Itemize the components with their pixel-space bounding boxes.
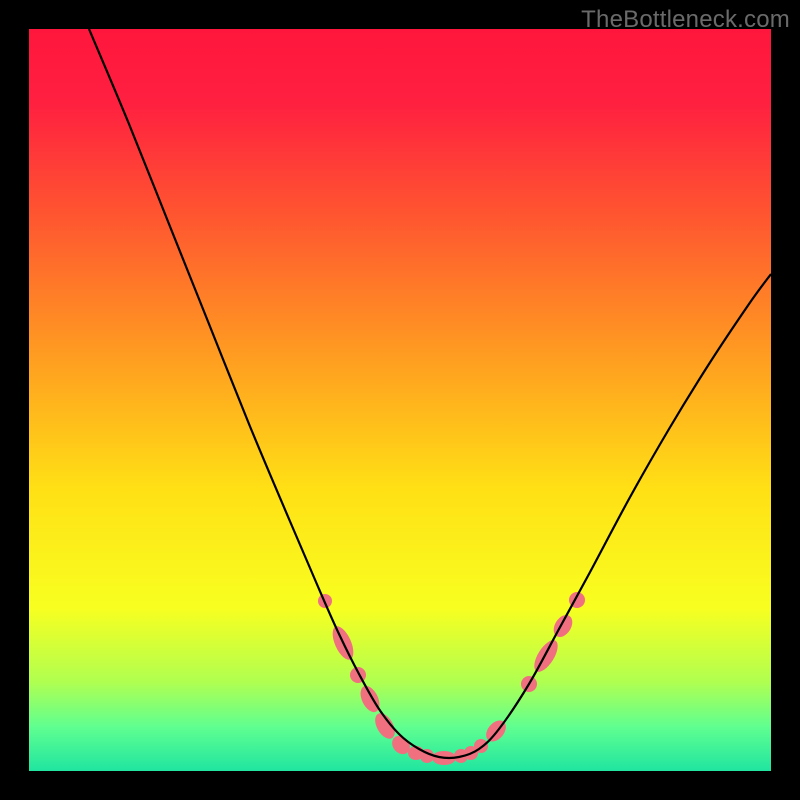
gradient-background [29,29,771,771]
chart-svg [29,29,771,771]
chart-area [29,29,771,771]
